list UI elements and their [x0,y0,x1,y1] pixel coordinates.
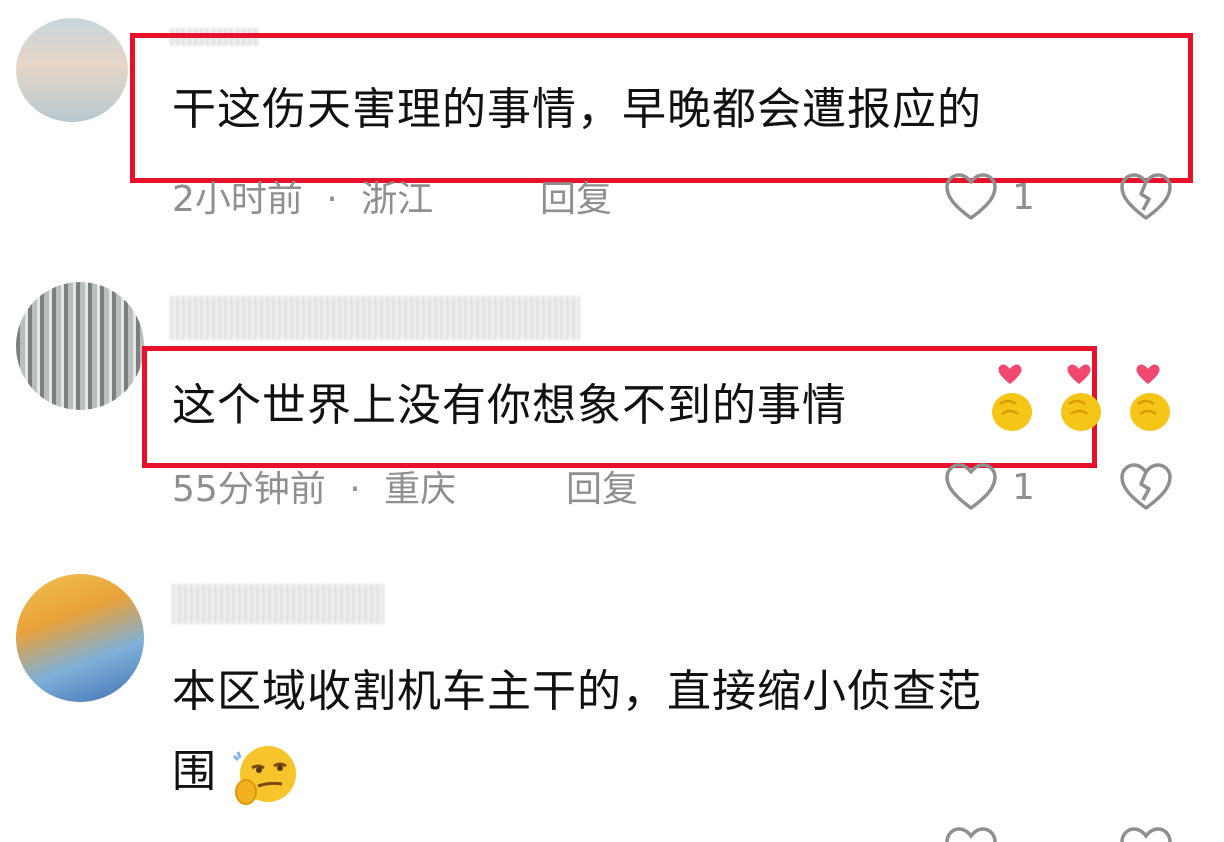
comment-meta: 55分钟前 · 重庆 [172,468,456,512]
like-heart-icon[interactable] [943,172,999,222]
like-count: 1 [1012,467,1035,508]
comment-location: 重庆 [384,469,457,510]
comment-location: 浙江 [361,179,434,220]
avatar[interactable] [16,18,128,122]
like-heart-icon[interactable] [943,826,999,842]
dislike-broken-heart-icon[interactable] [1118,462,1174,512]
avatar[interactable] [16,574,144,702]
comment-text: 干这伤天害理的事情，早晚都会遭报应的 [172,84,982,135]
finger-heart-emoji [1130,364,1170,431]
dislike-broken-heart-icon[interactable] [1118,826,1174,842]
comment-text-line1: 本区域收割机车主干的，直接缩小侦查范 [172,666,982,717]
finger-heart-emoji [1061,364,1101,431]
like-heart-icon[interactable] [943,462,999,512]
avatar[interactable] [16,282,144,410]
separator: · [349,469,361,510]
comment-text: 这个世界上没有你想象不到的事情 [172,380,847,431]
reply-button[interactable]: 回复 [566,468,638,512]
finger-heart-emoji [992,364,1032,431]
separator: · [326,179,338,220]
like-count: 1 [1012,177,1035,218]
username-blurred[interactable] [172,584,384,624]
reply-button[interactable]: 回复 [540,178,612,222]
comment-time: 55分钟前 [172,469,326,510]
smirk-thinking-emoji [232,746,296,805]
username-blurred[interactable] [170,296,580,340]
comment-text-line2: 围 [172,746,217,797]
dislike-broken-heart-icon[interactable] [1118,172,1174,222]
comment-meta: 2小时前 · 浙江 [172,178,433,222]
comment-time: 2小时前 [172,179,303,220]
